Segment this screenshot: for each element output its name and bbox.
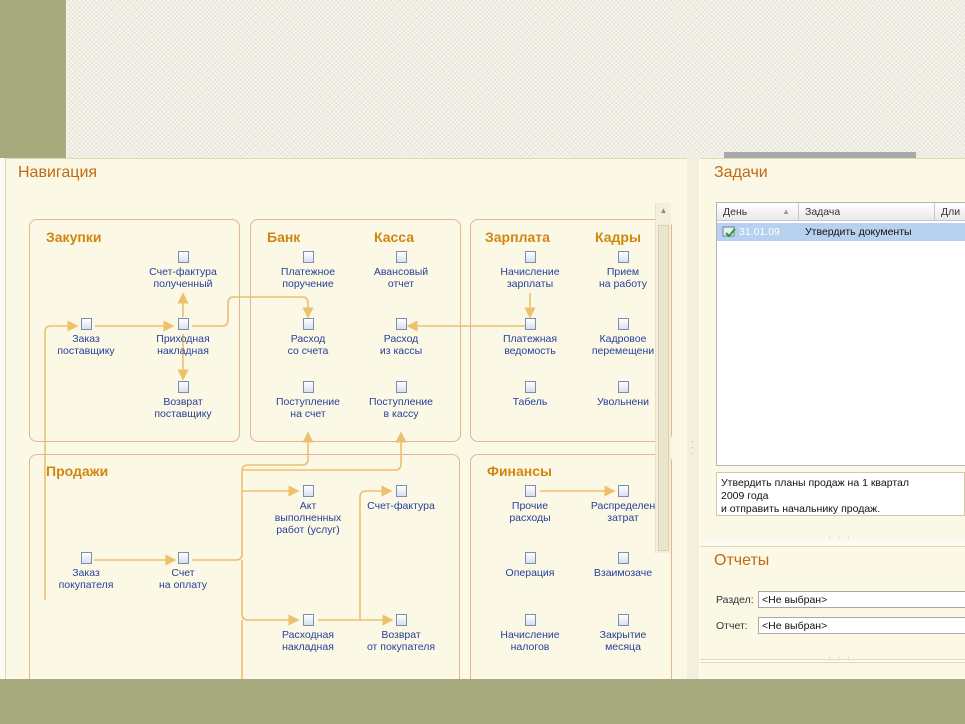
document-icon (177, 381, 189, 393)
document-icon (302, 251, 314, 263)
document-icon (617, 381, 629, 393)
doc-customer-order[interactable]: Заказ покупателя (31, 552, 141, 591)
scroll-up-arrow-icon[interactable]: ▲ (656, 203, 671, 218)
document-icon (302, 381, 314, 393)
doc-payment-invoice[interactable]: Счет на оплату (128, 552, 238, 591)
document-icon (524, 614, 536, 626)
panel-resize-grip-icon[interactable]: · · · (828, 533, 852, 542)
document-icon (395, 318, 407, 330)
reports-title: Отчеты (714, 552, 770, 569)
column-header-duration[interactable]: Дли (935, 203, 965, 221)
document-icon (80, 318, 92, 330)
doc-purchase-invoice[interactable]: Приходная накладная (128, 318, 238, 357)
task-name: Утвердить документы (805, 226, 912, 238)
document-icon (524, 552, 536, 564)
document-icon (80, 552, 92, 564)
bottom-bar (0, 679, 965, 724)
doc-advance-report[interactable]: Авансовый отчет (346, 251, 456, 290)
document-icon (617, 552, 629, 564)
tasks-title: Задачи (714, 164, 768, 181)
document-icon (524, 381, 536, 393)
task-description: Утвердить планы продаж на 1 квартал 2009… (716, 472, 965, 516)
document-icon (617, 251, 629, 263)
scroll-thumb[interactable] (658, 225, 669, 551)
splitter-grip-icon: · · · (691, 436, 694, 458)
document-icon (617, 614, 629, 626)
sort-asc-icon: ▲ (782, 207, 790, 216)
doc-supplier-return[interactable]: Возврат поставщику (128, 381, 238, 420)
section-label: Раздел: (716, 594, 754, 606)
document-icon (302, 485, 314, 497)
task-day: 31.01.09 (739, 226, 780, 238)
doc-customer-return[interactable]: Возврат от покупателя (346, 614, 456, 653)
report-label: Отчет: (716, 620, 748, 632)
table-row[interactable]: 31.01.09 Утвердить документы (717, 223, 965, 241)
document-icon (524, 251, 536, 263)
arrow-to-sales-waybill (241, 560, 300, 626)
doc-sales-invoice[interactable]: Счет-фактура (346, 485, 456, 512)
document-icon (302, 318, 314, 330)
document-icon (302, 614, 314, 626)
document-icon (177, 552, 189, 564)
doc-invoice-received[interactable]: Счет-фактура полученный (128, 251, 238, 290)
document-icon (395, 251, 407, 263)
document-icon (617, 318, 629, 330)
document-icon (395, 485, 407, 497)
document-icon (617, 485, 629, 497)
column-header-day[interactable]: День ▲ (717, 203, 799, 221)
tasks-table[interactable]: День ▲ Задача Дли 31.01.09 Утвердить док… (716, 202, 965, 466)
vertical-splitter[interactable]: · · · (687, 158, 699, 679)
doc-cash-expense[interactable]: Расход из кассы (346, 318, 456, 357)
doc-mutual-offset[interactable]: Взаимозаче (568, 552, 678, 579)
report-select[interactable]: <Не выбран> (758, 617, 965, 634)
document-icon (395, 381, 407, 393)
doc-cash-receipt[interactable]: Поступление в кассу (346, 381, 456, 420)
column-header-task[interactable]: Задача (799, 203, 935, 221)
document-icon (177, 318, 189, 330)
section-select[interactable]: <Не выбран> (758, 591, 965, 608)
document-icon (177, 251, 189, 263)
document-icon (524, 318, 536, 330)
document-icon (524, 485, 536, 497)
panel-resize-grip-icon[interactable]: · · · (828, 653, 852, 662)
document-icon (395, 614, 407, 626)
doc-supplier-order[interactable]: Заказ поставщику (31, 318, 141, 357)
navigation-scrollbar[interactable]: ▲ (655, 203, 671, 553)
task-icon (722, 223, 736, 241)
doc-month-close[interactable]: Закрытие месяца (568, 614, 678, 653)
